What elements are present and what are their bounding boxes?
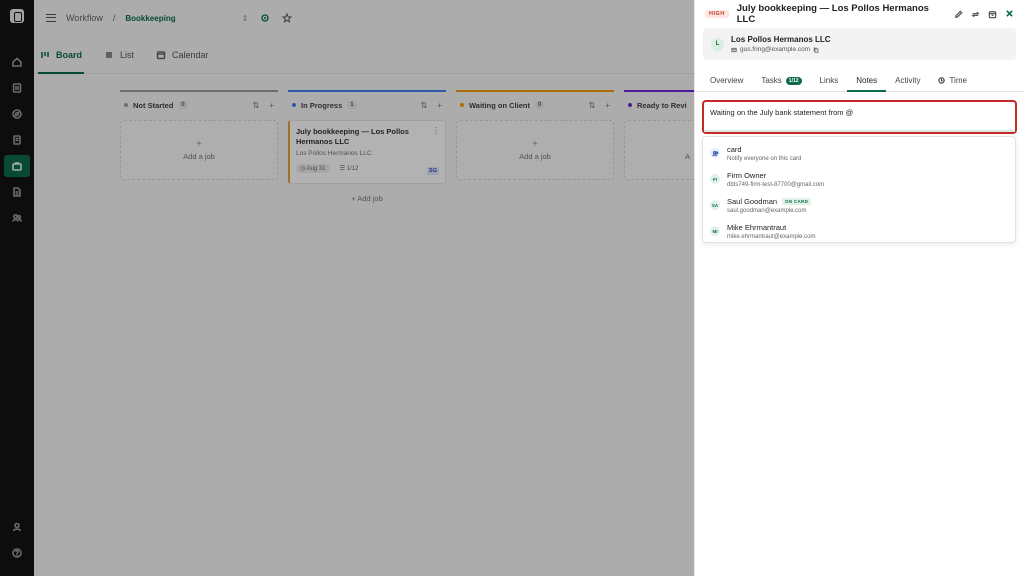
- mention-avatar: SA: [710, 200, 720, 210]
- mention-name: Firm Owner: [727, 170, 767, 180]
- mention-name: card: [727, 144, 742, 154]
- client-summary[interactable]: L Los Pollos Hermanos LLC gus.fring@exam…: [703, 28, 1016, 60]
- close-icon[interactable]: [1005, 9, 1014, 18]
- priority-badge: HIGH: [705, 10, 729, 18]
- clock-icon: [938, 77, 946, 84]
- mention-name: Mike Ehrmantraut: [727, 222, 787, 232]
- mention-sub: dbts749-firm-test-87700@gmail.com: [727, 181, 825, 188]
- mention-option[interactable]: FI Firm Owner dbts749-firm-test-87700@gm…: [703, 166, 1015, 192]
- modal-overlay[interactable]: [0, 0, 694, 576]
- note-input[interactable]: Waiting on the July bank statement from …: [702, 100, 1017, 134]
- tab-time[interactable]: Time: [929, 70, 975, 91]
- panel-title: July bookkeeping — Los Pollos Hermanos L…: [736, 3, 929, 25]
- panel-tabs: Overview Tasks 1/12 Links Notes Activity …: [695, 70, 1024, 92]
- edit-icon[interactable]: [954, 9, 963, 19]
- panel-header: HIGH July bookkeeping — Los Pollos Herma…: [695, 0, 1024, 28]
- tab-links[interactable]: Links: [811, 70, 848, 91]
- tab-activity[interactable]: Activity: [886, 70, 929, 91]
- mention-dropdown: card Notify everyone on this card FI Fir…: [702, 136, 1016, 243]
- client-avatar: L: [711, 37, 724, 51]
- mail-icon: [731, 47, 737, 52]
- tab-overview[interactable]: Overview: [701, 70, 752, 91]
- on-card-badge: ON CARD: [782, 197, 812, 205]
- mention-option[interactable]: SA Saul Goodman ON CARD saul.goodman@exa…: [703, 192, 1015, 218]
- mention-sub: saul.goodman@example.com: [727, 207, 807, 214]
- archive-icon[interactable]: [988, 10, 997, 19]
- mention-option[interactable]: MI Mike Ehrmantraut mike.ehrmantraut@exa…: [703, 218, 1015, 244]
- note-input-focus-ring: [704, 130, 1015, 132]
- mention-option[interactable]: card Notify everyone on this card: [703, 140, 1015, 166]
- mention-name-row: Saul Goodman ON CARD: [727, 196, 812, 206]
- repeat-icon[interactable]: [971, 10, 980, 19]
- client-email: gus.fring@example.com: [740, 46, 811, 53]
- mention-sub: Notify everyone on this card: [727, 155, 802, 162]
- client-name[interactable]: Los Pollos Hermanos LLC: [731, 35, 831, 44]
- tasks-badge: 1/12: [785, 76, 802, 85]
- tab-tasks[interactable]: Tasks 1/12: [752, 70, 810, 91]
- mention-avatar: MI: [710, 226, 720, 236]
- mention-sub: mike.ehrmantraut@example.com: [727, 233, 816, 240]
- job-detail-panel: HIGH July bookkeeping — Los Pollos Herma…: [694, 0, 1024, 576]
- mention-name: Saul Goodman: [727, 196, 778, 206]
- users-group-icon: [710, 148, 720, 158]
- client-email-row: gus.fring@example.com: [731, 46, 831, 53]
- copy-icon[interactable]: [813, 47, 819, 53]
- mention-avatar: FI: [710, 174, 720, 184]
- tab-notes[interactable]: Notes: [847, 70, 887, 92]
